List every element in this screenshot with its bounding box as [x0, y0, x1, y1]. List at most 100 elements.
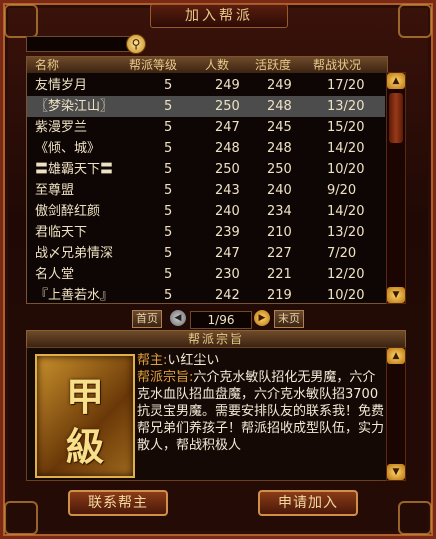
badge-char-top: 甲	[65, 374, 104, 419]
search-input[interactable]	[26, 36, 130, 52]
table-row[interactable]: 〖梦染江山〗 5 250 248 13/20	[27, 96, 385, 117]
cell-name: 〓雄霸天下〓	[35, 162, 114, 177]
badge-char-bottom: 級	[65, 424, 104, 469]
cell-name: 『上善若水』	[35, 288, 114, 303]
leader-label: 帮主:	[137, 353, 168, 368]
table-row[interactable]: 战〆兄弟情深 5 247 227 7/20	[27, 243, 385, 264]
cell-level: 5	[164, 141, 173, 156]
cell-level: 5	[164, 204, 173, 219]
last-page-button[interactable]: 末页	[274, 310, 304, 328]
cell-level: 5	[164, 288, 173, 303]
cell-level: 5	[164, 78, 173, 93]
table-row[interactable]: 傲剑醉红颜 5 240 234 14/20	[27, 201, 385, 222]
guild-info-text: 帮主:い红尘い 帮派宗旨:六介克水敏队招化无男魔，六介克水血队招血盘魔，六介克水…	[137, 352, 385, 454]
scroll-down-icon[interactable]: ▼	[387, 287, 405, 303]
cell-activity: 210	[267, 225, 292, 240]
corner-ornament	[4, 501, 38, 535]
table-row[interactable]: 友情岁月 5 249 249 17/20	[27, 75, 385, 96]
header-members[interactable]: 人数	[205, 57, 229, 73]
cell-activity: 245	[267, 120, 292, 135]
cell-level: 5	[164, 183, 173, 198]
table-row[interactable]: 名人堂 5 230 221 12/20	[27, 264, 385, 285]
header-war[interactable]: 帮战状况	[313, 57, 361, 73]
cell-activity: 248	[267, 141, 292, 156]
header-level[interactable]: 帮派等级	[129, 57, 177, 73]
cell-members: 248	[215, 141, 240, 156]
table-row[interactable]: 紫漫罗兰 5 247 245 15/20	[27, 117, 385, 138]
cell-name: 友情岁月	[35, 78, 88, 93]
cell-war: 7/20	[327, 246, 357, 261]
cell-war: 14/20	[327, 204, 365, 219]
cell-activity: 227	[267, 246, 292, 261]
scroll-thumb[interactable]	[389, 93, 403, 143]
cell-level: 5	[164, 162, 173, 177]
cell-members: 250	[215, 99, 240, 114]
scroll-up-icon[interactable]: ▲	[387, 73, 405, 89]
guild-details: 甲 級 帮主:い红尘い 帮派宗旨:六介克水敏队招化无男魔，六介克水血队招血盘魔，…	[26, 347, 388, 481]
guild-list: 名称 帮派等级 人数 活跃度 帮战状况 友情岁月 5 249 249 17/20 〖梦染江…	[26, 56, 388, 304]
cell-members: 242	[215, 288, 240, 303]
cell-name: 〖梦染江山〗	[35, 99, 114, 114]
cell-war: 10/20	[327, 162, 365, 177]
details-scrollbar[interactable]: ▲ ▼	[386, 347, 406, 481]
motto-label: 帮派宗旨:	[137, 370, 194, 385]
section-title: 帮派宗旨	[26, 330, 406, 348]
cell-members: 230	[215, 267, 240, 282]
cell-activity: 221	[267, 267, 292, 282]
apply-join-button[interactable]: 申请加入	[258, 490, 358, 516]
corner-ornament	[398, 501, 432, 535]
table-row[interactable]: 《倾、城》 5 248 248 14/20	[27, 138, 385, 159]
prev-page-icon[interactable]: ◀	[170, 310, 186, 326]
next-page-icon[interactable]: ▶	[254, 310, 270, 326]
corner-ornament	[4, 4, 38, 38]
list-scrollbar[interactable]: ▲ ▼	[386, 72, 406, 304]
cell-war: 10/20	[327, 288, 365, 303]
corner-ornament	[398, 4, 432, 38]
cell-war: 12/20	[327, 267, 365, 282]
cell-name: 傲剑醉红颜	[35, 204, 101, 219]
scroll-down-icon[interactable]: ▼	[387, 464, 405, 480]
cell-members: 247	[215, 246, 240, 261]
cell-activity: 240	[267, 183, 292, 198]
page-indicator: 1/96	[190, 311, 252, 329]
cell-activity: 249	[267, 78, 292, 93]
table-row[interactable]: 〓雄霸天下〓 5 250 250 10/20	[27, 159, 385, 180]
cell-level: 5	[164, 246, 173, 261]
cell-war: 13/20	[327, 99, 365, 114]
cell-war: 17/20	[327, 78, 365, 93]
cell-members: 249	[215, 78, 240, 93]
cell-name: 《倾、城》	[35, 141, 101, 156]
cell-activity: 234	[267, 204, 292, 219]
cell-war: 15/20	[327, 120, 365, 135]
cell-members: 239	[215, 225, 240, 240]
cell-war: 9/20	[327, 183, 357, 198]
first-page-button[interactable]: 首页	[132, 310, 162, 328]
leader-name: い红尘い	[167, 353, 220, 368]
cell-members: 247	[215, 120, 240, 135]
table-header: 名称 帮派等级 人数 活跃度 帮战状况	[27, 57, 387, 73]
cell-name: 至尊盟	[35, 183, 75, 198]
table-row[interactable]: 至尊盟 5 243 240 9/20	[27, 180, 385, 201]
cell-level: 5	[164, 267, 173, 282]
guild-level-badge: 甲 級	[35, 354, 135, 478]
cell-activity: 250	[267, 162, 292, 177]
table-row[interactable]: 君临天下 5 239 210 13/20	[27, 222, 385, 243]
cell-level: 5	[164, 120, 173, 135]
cell-war: 13/20	[327, 225, 365, 240]
cell-activity: 248	[267, 99, 292, 114]
search-icon[interactable]: ⚲	[126, 34, 146, 54]
cell-name: 名人堂	[35, 267, 75, 282]
table-row[interactable]: 『上善若水』 5 242 219 10/20	[27, 285, 385, 306]
contact-leader-button[interactable]: 联系帮主	[68, 490, 168, 516]
cell-activity: 219	[267, 288, 292, 303]
cell-members: 240	[215, 204, 240, 219]
cell-war: 14/20	[327, 141, 365, 156]
header-name[interactable]: 名称	[35, 57, 59, 73]
cell-name: 战〆兄弟情深	[35, 246, 114, 261]
scroll-up-icon[interactable]: ▲	[387, 348, 405, 364]
window-title: 加入帮派	[150, 4, 288, 28]
cell-name: 紫漫罗兰	[35, 120, 88, 135]
cell-level: 5	[164, 225, 173, 240]
header-activity[interactable]: 活跃度	[255, 57, 291, 73]
cell-members: 243	[215, 183, 240, 198]
